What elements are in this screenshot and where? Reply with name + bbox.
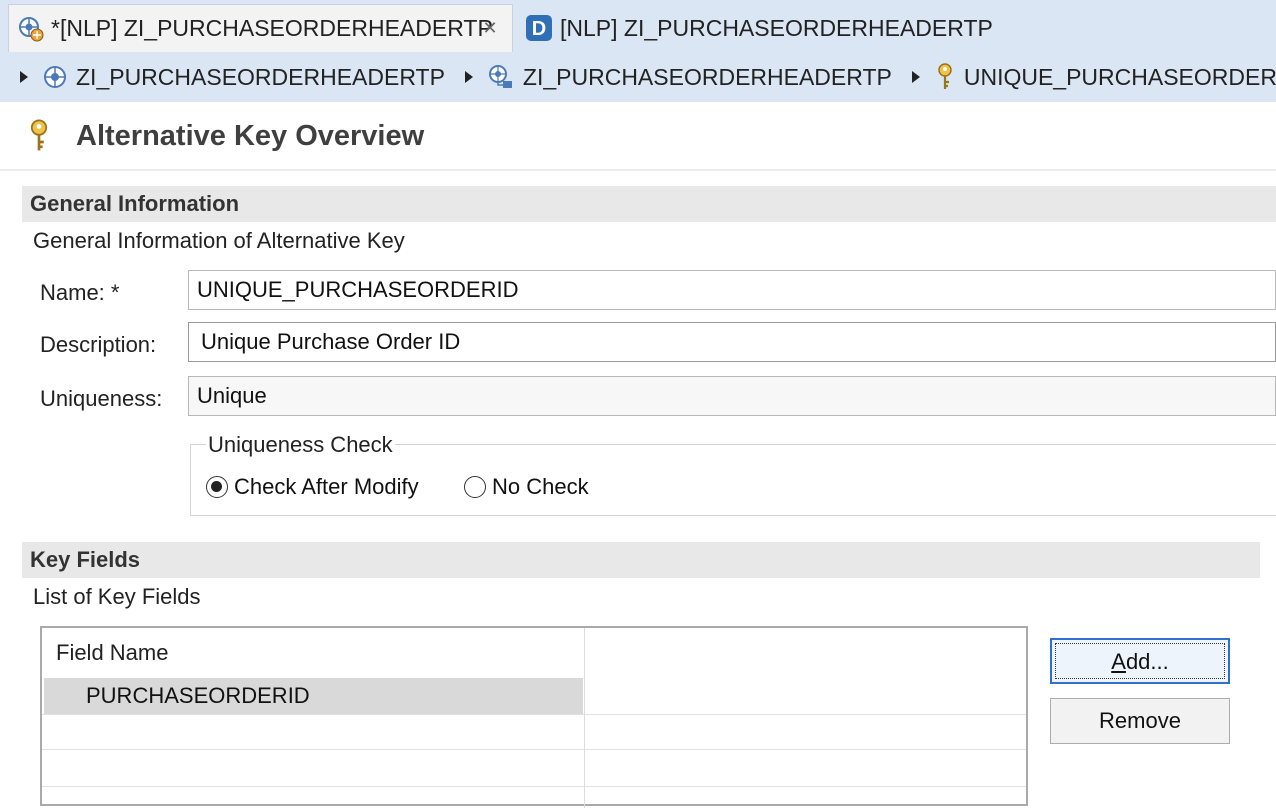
row-divider (42, 714, 1026, 715)
page-header: Alternative Key Overview (0, 103, 1276, 171)
column-divider (584, 628, 585, 808)
radio-label: Check After Modify (234, 474, 419, 499)
radio-check-after-modify[interactable]: Check After Modify (206, 474, 419, 500)
key-fields-table[interactable]: Field Name PURCHASEORDERID (40, 626, 1028, 808)
tab-data-definition[interactable]: D [NLP] ZI_PURCHASEORDERHEADERTP (522, 4, 993, 52)
name-field[interactable]: UNIQUE_PURCHASEORDERID (188, 270, 1276, 310)
name-label: Name: * (40, 280, 120, 305)
tab-label: [NLP] ZI_PURCHASEORDERHEADERTP (560, 14, 993, 41)
description-label: Description: (40, 332, 157, 357)
column-header-field-name[interactable]: Field Name (56, 640, 168, 666)
entity-icon (44, 66, 66, 88)
editor-tab-strip: *[NLP] ZI_PURCHASEORDERHEADERTP ✕ D [NLP… (0, 0, 1276, 52)
key-icon (938, 63, 952, 89)
add-button-mnemonic: A (1111, 649, 1126, 674)
breadcrumb: ZI_PURCHASEORDERHEADERTP ZI_PURCHASEORDE… (0, 52, 1276, 102)
add-button-label: dd... (1125, 649, 1169, 674)
chevron-right-icon[interactable] (911, 71, 920, 83)
row-divider (42, 786, 1026, 787)
breadcrumb-item-key[interactable]: UNIQUE_PURCHASEORDERID (934, 62, 1276, 92)
page-title: Alternative Key Overview (76, 119, 425, 152)
section-description: General Information of Alternative Key (33, 228, 405, 253)
node-structure-icon (488, 65, 512, 88)
tab-label: *[NLP] ZI_PURCHASEORDERHEADERTP (51, 15, 493, 41)
breadcrumb-label: UNIQUE_PURCHASEORDERID (963, 63, 1276, 90)
radio-unselected-icon[interactable] (464, 476, 486, 498)
radio-selected-icon[interactable] (206, 476, 228, 498)
breadcrumb-label: ZI_PURCHASEORDERHEADERTP (522, 63, 892, 90)
breadcrumb-label: ZI_PURCHASEORDERHEADERTP (76, 63, 445, 90)
tab-behavior-definition[interactable]: *[NLP] ZI_PURCHASEORDERHEADERTP ✕ (8, 4, 513, 52)
section-general-information[interactable]: General Information (22, 186, 1276, 222)
radio-label: No Check (492, 474, 589, 499)
uniqueness-check-legend: Uniqueness Check (206, 432, 395, 458)
section-description: List of Key Fields (33, 584, 201, 609)
data-definition-icon: D (526, 15, 552, 41)
row-divider (42, 749, 1026, 750)
svg-text:D: D (532, 18, 546, 40)
radio-no-check[interactable]: No Check (464, 474, 589, 500)
breadcrumb-item-node[interactable]: ZI_PURCHASEORDERHEADERTP (487, 63, 892, 91)
remove-button[interactable]: Remove (1050, 698, 1230, 744)
add-button[interactable]: Add... (1050, 638, 1230, 684)
chevron-right-icon[interactable] (464, 71, 473, 83)
breadcrumb-item-entity[interactable]: ZI_PURCHASEORDERHEADERTP (42, 64, 445, 91)
uniqueness-dropdown[interactable]: Unique (188, 376, 1276, 416)
description-field[interactable]: Unique Purchase Order ID (188, 322, 1276, 362)
behavior-definition-icon (19, 16, 44, 41)
key-icon (30, 119, 48, 151)
uniqueness-label: Uniqueness: (40, 386, 163, 411)
chevron-right-icon[interactable] (20, 71, 28, 83)
section-key-fields[interactable]: Key Fields (22, 542, 1260, 578)
table-cell[interactable]: PURCHASEORDERID (86, 683, 310, 709)
close-icon[interactable]: ✕ (480, 18, 500, 38)
